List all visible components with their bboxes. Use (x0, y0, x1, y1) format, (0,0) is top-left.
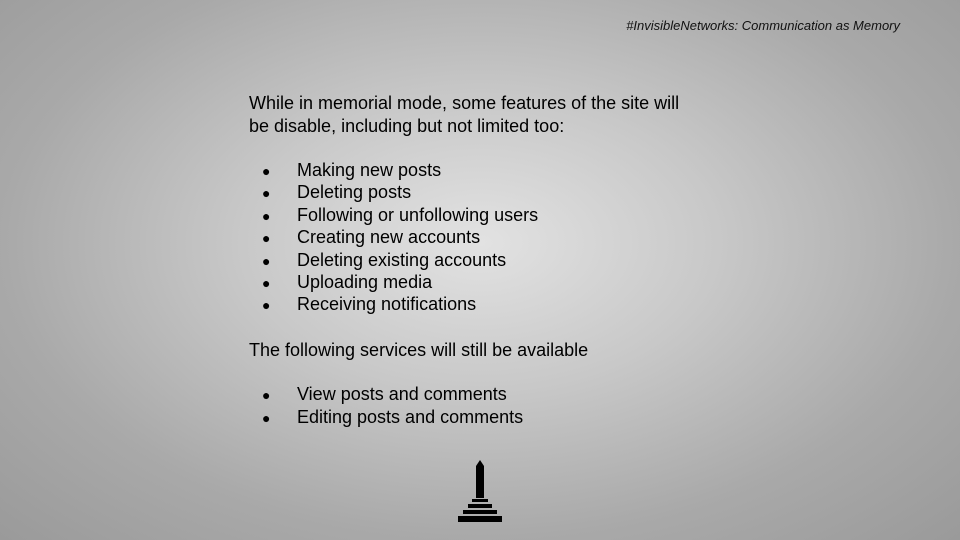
list-item-label: Following or unfollowing users (297, 204, 539, 225)
bullet-icon: ● (262, 207, 271, 224)
available-heading: The following services will still be ava… (249, 339, 589, 360)
list-item-label: Uploading media (297, 271, 433, 292)
intro-line-1: While in memorial mode, some features of… (249, 93, 680, 113)
list-item: ● Deleting existing accounts (249, 249, 769, 271)
list-item-label: Making new posts (297, 160, 442, 180)
bullet-icon: ● (262, 252, 271, 269)
list-item: ● Making new posts (249, 159, 769, 181)
list-item-label: Deleting posts (297, 182, 412, 203)
bullet-icon: ● (262, 230, 271, 247)
slide-content: While in memorial mode, some features of… (249, 92, 769, 428)
list-item: ● Following or unfollowing users (249, 204, 769, 226)
slide-header: #InvisibleNetworks: Communication as Mem… (626, 18, 900, 33)
disabled-features-list: ● Making new posts ● Deleting posts ● Follo… (249, 159, 769, 316)
bullet-icon: ● (262, 387, 271, 404)
list-item: ● Editing posts and comments (249, 406, 769, 428)
list-item: ● View posts and comments (249, 383, 769, 405)
bullet-icon: ● (262, 163, 271, 179)
bullet-icon: ● (262, 409, 271, 426)
list-item: ● Deleting posts (249, 181, 769, 203)
bullet-icon: ● (262, 185, 271, 202)
intro-paragraph: While in memorial mode, some features of… (249, 92, 769, 137)
list-item-label: Receiving notifications (297, 294, 477, 315)
bullet-icon: ● (262, 297, 271, 314)
bullet-icon: ● (262, 274, 271, 291)
list-item-label: View posts and comments (297, 384, 507, 405)
list-item: ● Creating new accounts (249, 226, 769, 248)
list-item-label: Deleting existing accounts (297, 249, 507, 270)
list-item-label: Editing posts and comments (297, 406, 524, 427)
list-item-label: Creating new accounts (297, 227, 481, 248)
list-item: ● Receiving notifications (249, 293, 769, 315)
monument-icon (457, 460, 503, 524)
slide: #InvisibleNetworks: Communication as Mem… (0, 0, 960, 540)
intro-line-2: be disable, including but not limited to… (249, 115, 565, 136)
list-item: ● Uploading media (249, 271, 769, 293)
available-features-list: ● View posts and comments ● Editing posts … (249, 383, 769, 428)
